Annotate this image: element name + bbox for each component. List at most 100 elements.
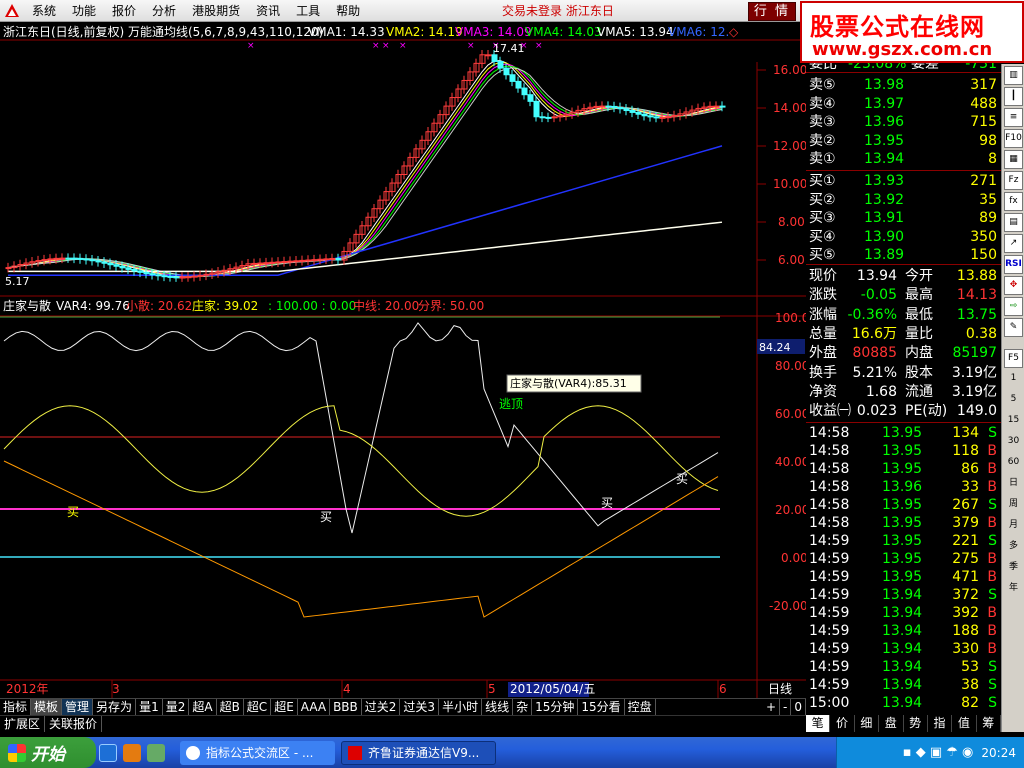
media-icon[interactable] xyxy=(123,743,141,762)
quote-button[interactable]: 行 情 xyxy=(748,2,796,21)
tab-misc[interactable]: 杂 xyxy=(513,699,533,715)
tab-super-b[interactable]: 超B xyxy=(217,699,244,715)
tab-bbb[interactable]: BBB xyxy=(330,699,362,715)
tab-15min[interactable]: 15分钟 xyxy=(532,699,579,715)
rsi-icon[interactable]: RSI xyxy=(1004,255,1023,274)
period-button[interactable]: 60 xyxy=(1004,454,1023,473)
task-forum[interactable]: 指标公式交流区 - ... xyxy=(180,740,335,765)
f5-button[interactable]: F5 xyxy=(1004,349,1023,368)
period-button[interactable]: 15 xyxy=(1004,412,1023,431)
tab-chips[interactable]: 筹 xyxy=(977,715,1001,732)
tab-manage[interactable]: 管理 xyxy=(62,699,94,715)
ask-row[interactable]: 卖① 13.94 8 xyxy=(806,150,1001,168)
indicator-xs: 小散: 20.62 xyxy=(126,298,192,313)
tab-book[interactable]: 盘 xyxy=(879,715,904,732)
app-task-icon xyxy=(348,745,362,760)
tooltip-text: 庄家与散(VAR4):85.31 xyxy=(510,376,627,390)
stat-label: 外盘 xyxy=(809,345,837,362)
period-button[interactable]: 多 xyxy=(1004,538,1023,557)
bid-row[interactable]: 买⑤ 13.89 150 xyxy=(806,246,1001,264)
tab-lines[interactable]: 线线 xyxy=(482,699,514,715)
period-label[interactable]: 日线 xyxy=(768,682,792,696)
f10-icon[interactable]: F10 xyxy=(1004,129,1023,148)
chart-area[interactable]: 浙江东日(日线,前复权) 万能通均线(5,6,7,8,9,43,110,120)… xyxy=(0,22,806,698)
menu-news[interactable]: 资讯 xyxy=(248,0,288,22)
export-icon[interactable]: ⇨ xyxy=(1004,297,1023,316)
tab-vol1[interactable]: 量1 xyxy=(136,699,163,715)
menu-function[interactable]: 功能 xyxy=(64,0,104,22)
function-icon[interactable]: fx xyxy=(1004,192,1023,211)
menu-help[interactable]: 帮助 xyxy=(328,0,368,22)
period-button[interactable]: 30 xyxy=(1004,433,1023,452)
tab-save-as[interactable]: 另存为 xyxy=(93,699,137,715)
ask-row[interactable]: 卖④ 13.97 488 xyxy=(806,95,1001,113)
desktop-icon[interactable] xyxy=(147,743,165,762)
rank-icon[interactable]: ▤ xyxy=(1004,213,1023,232)
tab-pass3[interactable]: 过关3 xyxy=(400,699,440,715)
menu-analysis[interactable]: 分析 xyxy=(144,0,184,22)
tab-super-c[interactable]: 超C xyxy=(244,699,272,715)
trade-time: 14:58 xyxy=(809,425,850,441)
tab-template[interactable]: 模板 xyxy=(31,699,63,715)
ask-row[interactable]: 卖③ 13.96 715 xyxy=(806,113,1001,131)
tab-detail[interactable]: 细 xyxy=(855,715,880,732)
bid-row[interactable]: 买③ 13.91 89 xyxy=(806,209,1001,227)
tab-vol2[interactable]: 量2 xyxy=(163,699,190,715)
menu-system[interactable]: 系统 xyxy=(24,0,64,22)
ie-icon[interactable] xyxy=(99,743,117,762)
tab-trend[interactable]: 势 xyxy=(904,715,928,732)
trade-time: 14:58 xyxy=(809,443,850,459)
period-button[interactable]: 日 xyxy=(1004,475,1023,494)
ask-row[interactable]: 卖⑤ 13.98 317 xyxy=(806,76,1001,94)
tab-indicator[interactable]: 指标 xyxy=(0,699,32,715)
menu-tools[interactable]: 工具 xyxy=(288,0,328,22)
period-button[interactable]: 月 xyxy=(1004,517,1023,536)
trend-icon[interactable]: ↗ xyxy=(1004,234,1023,253)
chart-icon[interactable]: ▥ xyxy=(1004,66,1023,85)
ask-row[interactable]: 卖② 13.95 98 xyxy=(806,132,1001,150)
period-button[interactable]: 5 xyxy=(1004,391,1023,410)
ind-tick: 20.00 xyxy=(775,503,806,517)
timeline-month: 3 xyxy=(112,682,120,696)
period-button[interactable]: 季 xyxy=(1004,559,1023,578)
period-button[interactable]: 周 xyxy=(1004,496,1023,515)
related-quote-tab[interactable]: 关联报价 xyxy=(45,716,103,732)
period-button[interactable]: 1 xyxy=(1004,370,1023,389)
diamond-icon[interactable]: ◇ xyxy=(729,25,739,39)
task-trading-app[interactable]: 齐鲁证券通达信V9... xyxy=(341,740,496,765)
start-button[interactable]: 开始 xyxy=(0,737,96,768)
candle-icon[interactable]: ┃ xyxy=(1004,87,1023,106)
tab-price[interactable]: 价 xyxy=(830,715,855,732)
tab-pass2[interactable]: 过关2 xyxy=(362,699,401,715)
tab-15min-view[interactable]: 15分看 xyxy=(578,699,625,715)
list-icon[interactable]: ≡ xyxy=(1004,108,1023,127)
ask-volume: 488 xyxy=(970,95,997,112)
pencil-icon[interactable]: ✎ xyxy=(1004,318,1023,337)
tab-super-a[interactable]: 超A xyxy=(189,699,217,715)
bid-row[interactable]: 买② 13.92 35 xyxy=(806,191,1001,209)
tab-value[interactable]: 值 xyxy=(952,715,977,732)
period-button[interactable]: 年 xyxy=(1004,580,1023,599)
ask-volume: 317 xyxy=(970,77,997,93)
tab-aaa[interactable]: AAA xyxy=(298,699,331,715)
bid-row[interactable]: 买④ 13.90 350 xyxy=(806,228,1001,246)
tab-scroll-left-button[interactable]: + xyxy=(763,699,781,715)
tray-icons[interactable]: ▪ ◆ ▣ ☂ ◉ xyxy=(903,745,974,760)
tab-control[interactable]: 控盘 xyxy=(625,699,656,715)
tab-scroll-zero-button[interactable]: 0 xyxy=(791,699,806,715)
tab-scroll-minus-button[interactable]: - xyxy=(780,699,792,715)
grid-icon[interactable]: ▦ xyxy=(1004,150,1023,169)
tab-index[interactable]: 指 xyxy=(928,715,953,732)
tab-super-e[interactable]: 超E xyxy=(271,699,298,715)
tab-half-hour[interactable]: 半小时 xyxy=(439,699,483,715)
trade-side: S xyxy=(988,425,997,441)
tab-trades[interactable]: 笔 xyxy=(806,715,831,732)
trade-time: 14:59 xyxy=(809,605,850,621)
menu-hk-futures[interactable]: 港股期货 xyxy=(184,0,248,22)
trade-side: S xyxy=(988,677,997,693)
move-icon[interactable]: ✥ xyxy=(1004,276,1023,295)
bid-row[interactable]: 买① 13.93 271 xyxy=(806,172,1001,190)
formula-icon[interactable]: Fz xyxy=(1004,171,1023,190)
menu-quote[interactable]: 报价 xyxy=(104,0,144,22)
ext-area-tab[interactable]: 扩展区 xyxy=(0,716,46,732)
